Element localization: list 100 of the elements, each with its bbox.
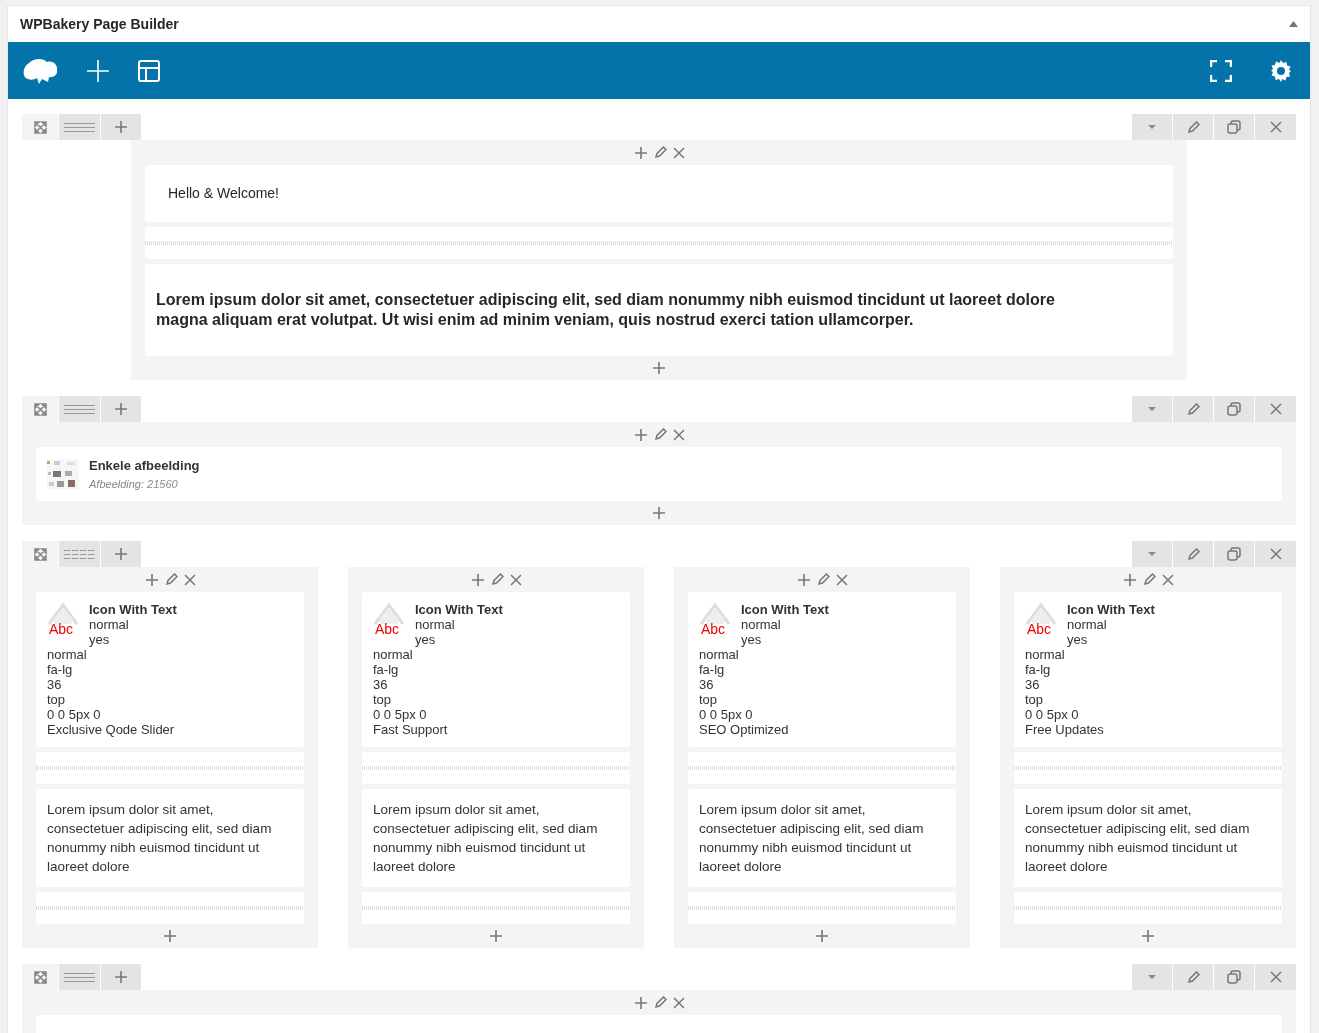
plus-icon[interactable] [114, 547, 128, 561]
close-icon[interactable] [509, 573, 522, 586]
cloud-logo-icon[interactable] [22, 56, 58, 85]
row-layout-button[interactable] [59, 396, 100, 422]
move-row-button[interactable] [22, 964, 58, 990]
clone-row-button[interactable] [1214, 964, 1254, 990]
text-element[interactable]: Lorem ipsum dolor sit amet, consectetuer adipiscing elit, sed diam nonummy nibh euismod tincidunt ut laoreet dolore [36, 789, 304, 887]
add-column-button[interactable] [101, 396, 141, 422]
close-icon[interactable] [1161, 573, 1174, 586]
plus-icon[interactable] [114, 970, 128, 984]
element-title: Icon With Text [89, 602, 177, 617]
param-value: normal [373, 647, 413, 662]
param-value: yes [1067, 632, 1088, 647]
text-element[interactable]: Lorem ipsum dolor sit amet, consectetuer adipiscing elit, sed diam nonummy nibh euismod tincidunt ut laoreet dolore [362, 789, 630, 887]
paragraph-text: Lorem ipsum dolor sit amet, consectetuer adipiscing elit, sed diam nonummy nibh euismod tincidunt ut laoreet dolore magna aliquam erat volutpat. Ut wisi enim ad minim veniam, quis nostrud exerci tation ullamcorper. [156, 290, 1056, 330]
column-layout-icon[interactable] [64, 403, 95, 415]
pencil-icon[interactable] [816, 573, 830, 586]
param-value: top [699, 692, 718, 707]
pencil-icon[interactable] [653, 146, 667, 159]
edit-row-button[interactable] [1173, 541, 1213, 567]
text-element[interactable]: Hello & Welcome! [145, 165, 1173, 222]
edit-row-button[interactable] [1173, 964, 1213, 990]
edit-row-button[interactable] [1173, 114, 1213, 140]
toggle-row-button[interactable] [1132, 541, 1172, 567]
clone-row-button[interactable] [1214, 114, 1254, 140]
pencil-icon[interactable] [164, 573, 178, 586]
delete-row-button[interactable] [1255, 964, 1296, 990]
pencil-icon[interactable] [653, 996, 667, 1009]
row-layout-button[interactable] [59, 541, 100, 567]
close-icon[interactable] [1269, 403, 1282, 415]
close-icon[interactable] [672, 996, 685, 1009]
plus-icon[interactable] [144, 572, 159, 587]
param-value: 0 0 5px 0 [373, 707, 427, 722]
delete-row-button[interactable] [1255, 114, 1296, 140]
close-icon[interactable] [672, 146, 685, 159]
close-icon[interactable] [1269, 121, 1282, 133]
pencil-icon[interactable] [1142, 573, 1156, 586]
image-element[interactable]: Enkele afbeelding Afbeelding: 21560 [36, 447, 1282, 501]
plus-icon[interactable] [1122, 572, 1137, 587]
plus-icon[interactable] [489, 929, 503, 943]
settings-icon[interactable] [1270, 59, 1292, 82]
element-title: Icon With Text [741, 602, 829, 617]
pencil-icon[interactable] [1186, 402, 1200, 416]
toggle-row-button[interactable] [1132, 396, 1172, 422]
plus-icon[interactable] [652, 361, 666, 375]
row-layout-button[interactable] [59, 964, 100, 990]
move-row-button[interactable] [22, 396, 58, 422]
param-value: normal [699, 647, 739, 662]
panel-title: WPBakery Page Builder [20, 14, 179, 34]
icon-with-text-element[interactable]: Abc Icon With Text normal yes normal fa-lg 36 top 0 0 5px 0 Exclusive Qode Slider [36, 592, 304, 747]
move-row-button[interactable] [22, 541, 58, 567]
paragraph-text: Hello & Welcome! [168, 185, 280, 202]
close-icon[interactable] [835, 573, 848, 586]
pencil-icon[interactable] [1186, 547, 1200, 561]
element-subtitle: Afbeelding: 21560 [89, 476, 179, 492]
plus-icon[interactable] [633, 427, 648, 442]
plus-icon[interactable] [114, 120, 128, 134]
column-layout-icon[interactable] [64, 971, 95, 983]
pencil-icon[interactable] [1186, 970, 1200, 984]
move-row-button[interactable] [22, 114, 58, 140]
expand-arrows-icon [33, 547, 47, 561]
fullscreen-icon[interactable] [1210, 59, 1232, 82]
clone-row-button[interactable] [1214, 396, 1254, 422]
layout-icon[interactable] [138, 59, 160, 82]
plus-icon[interactable] [470, 572, 485, 587]
delete-row-button[interactable] [1255, 396, 1296, 422]
pencil-icon[interactable] [653, 428, 667, 441]
edit-row-button[interactable] [1173, 396, 1213, 422]
icon-with-text-element[interactable]: Abc Icon With Text normal yes normal fa-lg 36 top 0 0 5px 0 Fast Support [362, 592, 630, 747]
pencil-icon[interactable] [490, 573, 504, 586]
plus-icon[interactable] [796, 572, 811, 587]
delete-row-button[interactable] [1255, 541, 1296, 567]
plus-icon[interactable] [1141, 929, 1155, 943]
toggle-row-button[interactable] [1132, 964, 1172, 990]
close-icon[interactable] [1269, 548, 1282, 560]
add-column-button[interactable] [101, 541, 141, 567]
column-layout-icon[interactable] [64, 121, 95, 133]
plus-icon[interactable] [163, 929, 177, 943]
pencil-icon[interactable] [1186, 120, 1200, 134]
plus-icon[interactable] [815, 929, 829, 943]
text-element[interactable]: Lorem ipsum dolor sit amet, consectetuer adipiscing elit, sed diam nonummy nibh euismod tincidunt ut laoreet dolore [688, 789, 956, 887]
icon-with-text-element[interactable]: Abc Icon With Text normal yes normal fa-lg 36 top 0 0 5px 0 SEO Optimized [688, 592, 956, 747]
plus-icon[interactable] [633, 995, 648, 1010]
row-layout-button[interactable] [59, 114, 100, 140]
plus-icon[interactable] [114, 402, 128, 416]
text-element[interactable]: Lorem ipsum dolor sit amet, consectetuer adipiscing elit, sed diam nonummy nibh euismod tincidunt ut laoreet dolore [1014, 789, 1282, 887]
column-layout-icon[interactable] [64, 548, 95, 560]
param-value: 36 [699, 677, 714, 692]
icon-with-text-element[interactable]: Abc Icon With Text normal yes normal fa-lg 36 top 0 0 5px 0 Free Updates [1014, 592, 1282, 747]
toggle-row-button[interactable] [1132, 114, 1172, 140]
add-column-button[interactable] [101, 114, 141, 140]
add-column-button[interactable] [101, 964, 141, 990]
collapse-triangle-icon[interactable] [1289, 21, 1298, 27]
close-icon[interactable] [1269, 971, 1282, 983]
close-icon[interactable] [672, 428, 685, 441]
caret-icon [1148, 975, 1156, 979]
plus-icon[interactable] [652, 506, 666, 520]
close-icon[interactable] [183, 573, 196, 586]
clone-row-button[interactable] [1214, 541, 1254, 567]
plus-icon[interactable] [633, 145, 648, 160]
